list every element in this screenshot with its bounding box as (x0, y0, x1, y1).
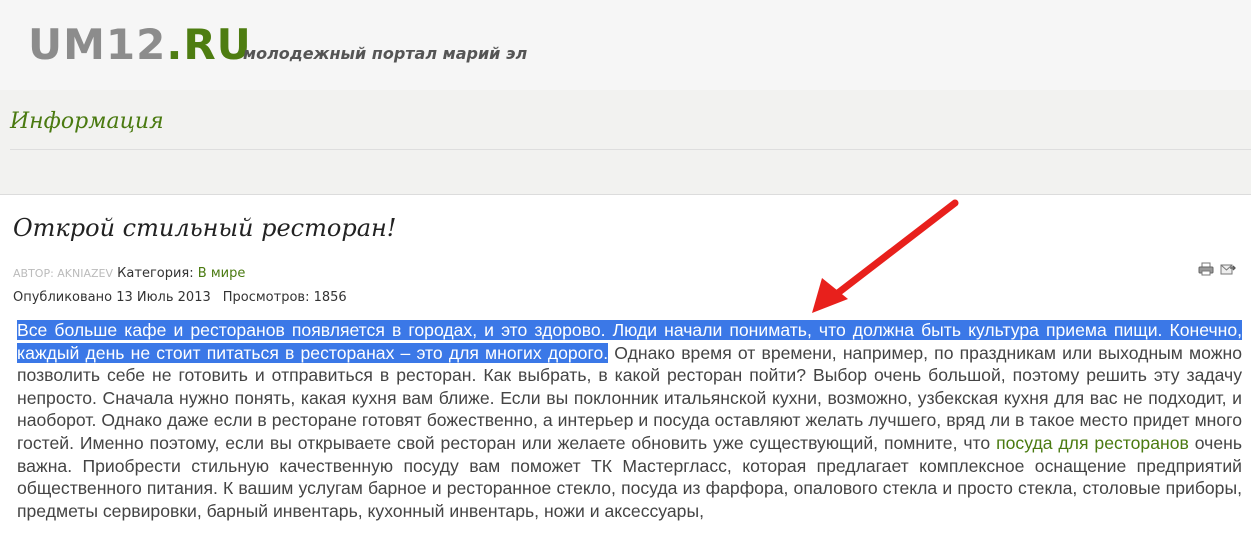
section-divider (10, 149, 1251, 150)
email-icon[interactable] (1220, 262, 1236, 276)
author-label: АВТОР: AKNIAZEV (13, 267, 114, 280)
article-meta: АВТОР: AKNIAZEV Категория: В мире (13, 266, 245, 281)
logo-um: UM12 (28, 20, 167, 69)
article-body: Все больше кафе и ресторанов появляется … (17, 319, 1242, 522)
article-actions (1198, 262, 1236, 276)
category-link[interactable]: В мире (198, 266, 246, 281)
logo-ru: .RU (166, 20, 252, 69)
print-icon[interactable] (1198, 262, 1214, 276)
dishware-link[interactable]: посуда для ресторанов (996, 433, 1189, 453)
article-stats: Опубликовано 13 Июль 2013 Просмотров: 185… (13, 290, 347, 305)
published-date: Опубликовано 13 Июль 2013 (13, 290, 211, 305)
section-band (0, 90, 1251, 195)
section-title: Информация (10, 109, 164, 134)
site-tagline: молодежный портал марий эл (243, 44, 528, 63)
site-logo[interactable]: UM12.RU (28, 20, 252, 70)
article-title[interactable]: Открой стильный ресторан! (13, 214, 396, 242)
category-label: Категория: (117, 266, 194, 281)
view-count: Просмотров: 1856 (222, 290, 347, 305)
